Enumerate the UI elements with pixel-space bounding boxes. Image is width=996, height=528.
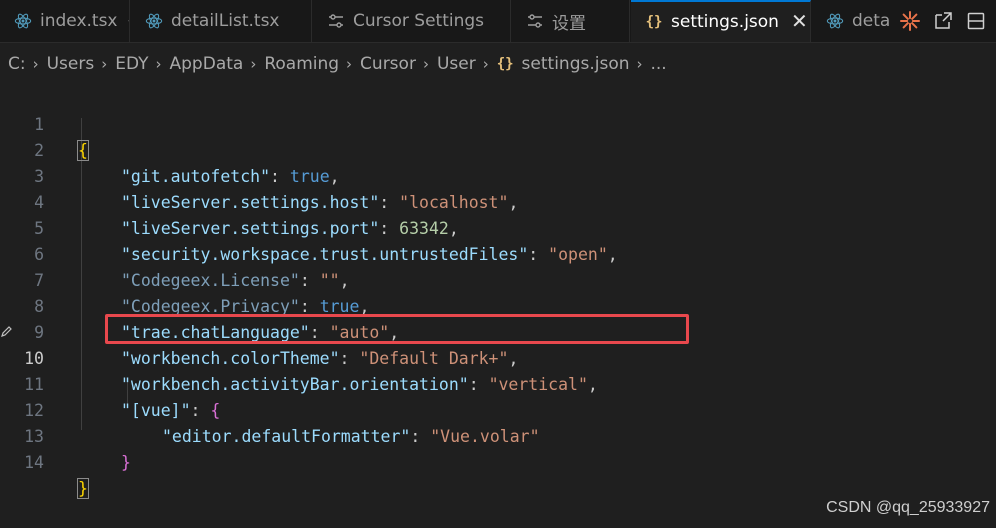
- chevron-right-icon: ›: [346, 55, 353, 73]
- code-line: 5 "security.workspace.trust.untrustedFil…: [0, 190, 996, 264]
- json-brace: }: [77, 478, 89, 499]
- tab-settings-zh[interactable]: 设置: [512, 0, 630, 42]
- tab-label: detailList.tsx: [171, 11, 280, 31]
- tab-detaillist-tsx[interactable]: detailList.tsx: [131, 0, 312, 42]
- chevron-right-icon: ›: [101, 55, 108, 73]
- breadcrumb-item[interactable]: Roaming: [264, 54, 339, 74]
- highlight-annotation-box: [105, 314, 689, 344]
- code-line: 3 "liveServer.settings.host": "localhost…: [0, 138, 996, 212]
- line-number: 14: [24, 453, 44, 472]
- code-line: 14 }: [0, 424, 996, 499]
- tab-label: Cursor Settings: [353, 11, 485, 31]
- code-line: 4 "liveServer.settings.port": 63342,: [0, 164, 996, 238]
- chevron-right-icon: ›: [482, 55, 489, 73]
- chevron-right-icon: ›: [32, 55, 39, 73]
- tab-label: 设置: [552, 13, 586, 34]
- breadcrumb-item[interactable]: User: [437, 54, 476, 74]
- tab-label: settings.json: [671, 12, 779, 32]
- edit-pencil-icon: [1, 322, 13, 341]
- ai-sparkle-icon[interactable]: [897, 8, 923, 34]
- editor-actions: [890, 0, 996, 42]
- code-editor[interactable]: 1 { 2 "git.autofetch": true, 3 "liveServ…: [0, 86, 996, 525]
- breadcrumb-more[interactable]: ...: [651, 54, 667, 74]
- code-line: 12 "editor.defaultFormatter": "Vue.volar…: [0, 372, 996, 446]
- settings-sliders-icon: [327, 12, 345, 30]
- react-icon: [14, 12, 32, 30]
- tab-settings-json[interactable]: {} settings.json ✕: [631, 0, 811, 42]
- settings-sliders-icon: [526, 12, 544, 30]
- code-line: 1 {: [0, 86, 996, 161]
- tab-label: deta: [852, 11, 891, 31]
- breadcrumb-item[interactable]: Users: [47, 54, 95, 74]
- breadcrumb: C: › Users › EDY › AppData › Roaming › C…: [0, 43, 996, 85]
- close-icon[interactable]: ✕: [791, 11, 808, 31]
- code-line: 2 "git.autofetch": true,: [0, 112, 996, 186]
- json-braces-icon: {}: [496, 56, 514, 72]
- breadcrumb-item[interactable]: C:: [8, 54, 26, 74]
- chevron-right-icon: ›: [422, 55, 429, 73]
- watermark: CSDN @qq_25933927: [826, 499, 990, 516]
- breadcrumb-item[interactable]: EDY: [115, 54, 148, 74]
- pin-icon[interactable]: [127, 12, 129, 31]
- open-preview-icon[interactable]: [930, 8, 956, 34]
- tab-cursor-settings[interactable]: Cursor Settings: [313, 0, 511, 42]
- json-brace: }: [121, 453, 131, 472]
- tab-label: index.tsx: [40, 11, 118, 31]
- code-line: 11 "[vue]": {: [0, 346, 996, 420]
- react-icon: [826, 12, 844, 30]
- chevron-right-icon: ›: [250, 55, 257, 73]
- tab-index-tsx[interactable]: index.tsx: [0, 0, 130, 42]
- tab-deta[interactable]: deta: [812, 0, 902, 42]
- code-line: 7 "Codegeex.Privacy": true,: [0, 242, 996, 316]
- code-line: 6 "Codegeex.License": "",: [0, 216, 996, 290]
- split-editor-icon[interactable]: [963, 8, 989, 34]
- chevron-right-icon: ›: [636, 55, 643, 73]
- breadcrumb-file-label: settings.json: [521, 54, 630, 74]
- breadcrumb-item-file[interactable]: {} settings.json: [497, 54, 630, 74]
- code-line: 8 "trae.chatLanguage": "auto",: [0, 268, 996, 342]
- chevron-right-icon: ›: [155, 55, 162, 73]
- react-icon: [145, 12, 163, 30]
- breadcrumb-item[interactable]: Cursor: [360, 54, 416, 74]
- breadcrumb-item[interactable]: AppData: [170, 54, 244, 74]
- editor-tab-bar: index.tsx detailList.tsx Cursor Settings…: [0, 0, 996, 43]
- json-braces-icon: {}: [645, 14, 663, 30]
- code-line: 13 }: [0, 398, 996, 472]
